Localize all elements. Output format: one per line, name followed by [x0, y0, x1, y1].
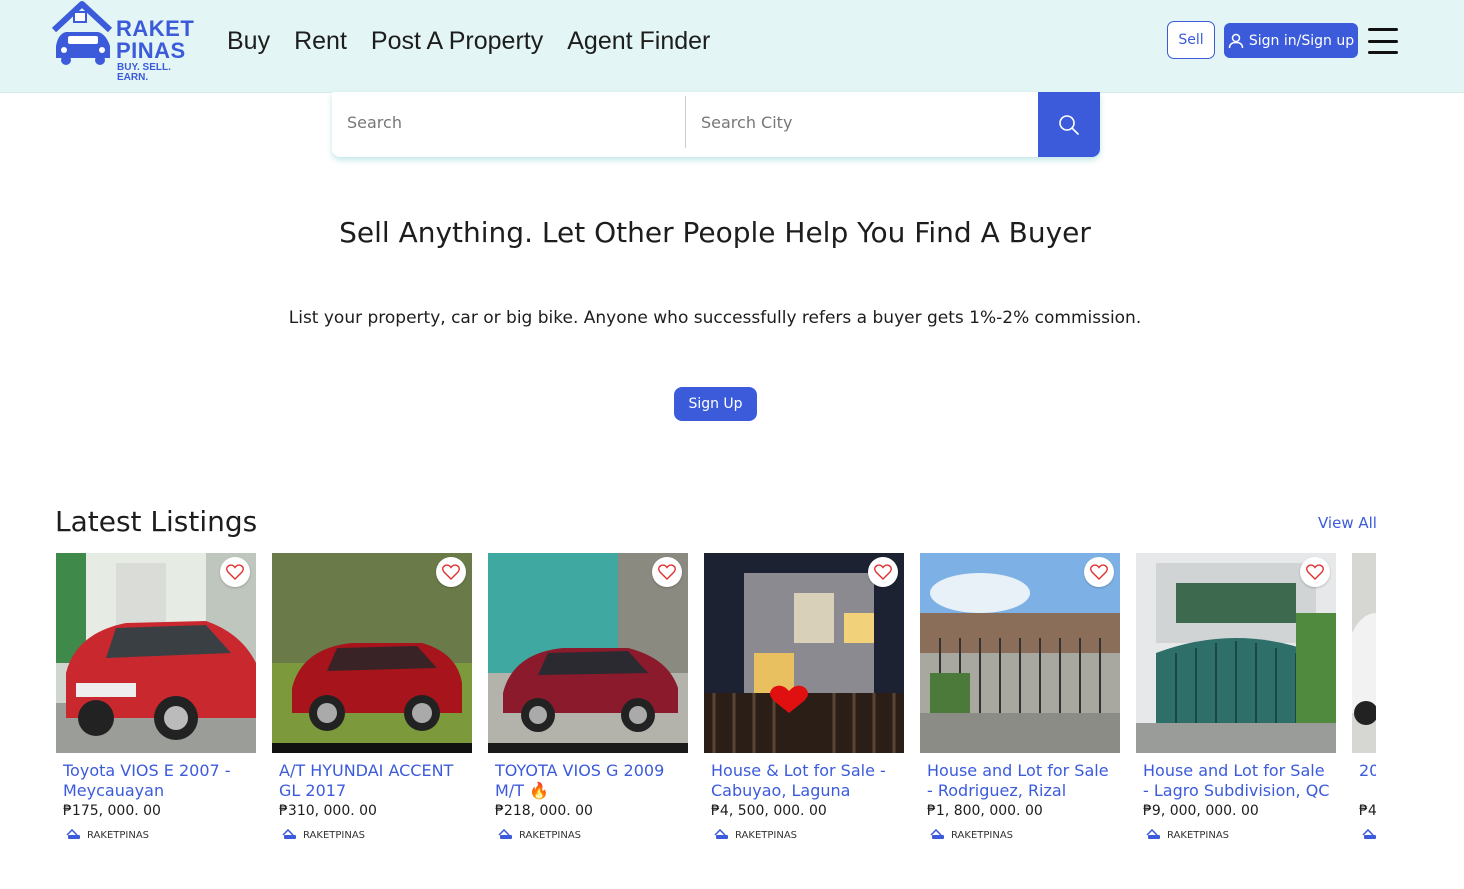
nav-rent[interactable]: Rent	[294, 24, 347, 58]
listing-price: ₱175, 000. 00	[63, 803, 161, 819]
seller-name: RAKETPINAS	[1167, 829, 1230, 841]
seller-name: RAKETPINAS	[303, 829, 366, 841]
favorite-heart-icon[interactable]	[868, 557, 898, 587]
listing-price: ₱4, 500, 000. 00	[711, 803, 827, 819]
hero-subtitle: List your property, car or big bike. Any…	[288, 308, 1142, 328]
nav-buy[interactable]: Buy	[227, 24, 270, 58]
hamburger-menu-icon[interactable]	[1368, 28, 1398, 54]
raketpinas-mini-logo-icon	[1362, 829, 1376, 839]
raketpinas-mini-logo-icon	[66, 829, 80, 839]
listing-seller: RAKETPINAS	[282, 829, 365, 841]
listing-seller: RA	[1362, 829, 1376, 841]
favorite-heart-icon[interactable]	[652, 557, 682, 587]
listing-image[interactable]	[272, 553, 472, 753]
favorite-heart-icon[interactable]	[1084, 557, 1114, 587]
listing-seller: RAKETPINAS	[1146, 829, 1229, 841]
listing-card[interactable]: Toyota VIOS E 2007 - Meycauayan ₱175, 00…	[56, 553, 256, 853]
listing-image[interactable]	[1352, 553, 1376, 753]
seller-name: RAKETPINAS	[951, 829, 1014, 841]
seller-name: RAKETPINAS	[87, 829, 150, 841]
raketpinas-mini-logo-icon	[498, 829, 512, 839]
listing-image[interactable]	[1136, 553, 1336, 753]
listing-card[interactable]: A/T HYUNDAI ACCENT GL 2017 ₱310, 000. 00…	[272, 553, 472, 853]
nav-agent-finder[interactable]: Agent Finder	[567, 24, 710, 58]
sell-button[interactable]: Sell	[1167, 21, 1215, 59]
nav-post-property[interactable]: Post A Property	[371, 24, 543, 58]
raketpinas-logo[interactable]: RAKET PINAS BUY. SELL. EARN.	[52, 0, 202, 83]
signin-button[interactable]: Sign in/Sign up	[1224, 23, 1358, 58]
listing-price: ₱9, 000, 000. 00	[1143, 803, 1259, 819]
search-button[interactable]	[1038, 92, 1100, 157]
listing-title[interactable]: House and Lot for Sale - Rodriguez, Riza…	[927, 761, 1117, 801]
search-icon	[1059, 114, 1079, 135]
listing-card[interactable]: House & Lot for Sale - Cabuyao, Laguna ₱…	[704, 553, 904, 853]
favorite-heart-icon[interactable]	[220, 557, 250, 587]
listing-image[interactable]	[56, 553, 256, 753]
listing-image[interactable]	[920, 553, 1120, 753]
raketpinas-mini-logo-icon	[1146, 829, 1160, 839]
search-bar	[332, 92, 1100, 157]
listing-title[interactable]: A/T HYUNDAI ACCENT GL 2017	[279, 761, 469, 801]
listing-card[interactable]: TOYOTA VIOS G 2009 M/T 🔥 ₱218, 000. 00 R…	[488, 553, 688, 853]
listing-title[interactable]: House and Lot for Sale - Lagro Subdivisi…	[1143, 761, 1333, 801]
house-car-logo-icon	[52, 1, 113, 65]
listing-card[interactable]: 20 QC ₱4 RA	[1352, 553, 1376, 853]
signup-button[interactable]: Sign Up	[674, 387, 757, 421]
raketpinas-mini-logo-icon	[282, 829, 296, 839]
raketpinas-mini-logo-icon	[930, 829, 944, 839]
seller-name: RAKETPINAS	[735, 829, 798, 841]
listing-seller: RAKETPINAS	[714, 829, 797, 841]
seller-name: RAKETPINAS	[519, 829, 582, 841]
favorite-heart-icon[interactable]	[1300, 557, 1330, 587]
search-input[interactable]	[332, 92, 684, 152]
listing-seller: RAKETPINAS	[930, 829, 1013, 841]
listing-title[interactable]: 20 QC	[1359, 761, 1376, 781]
listing-card[interactable]: House and Lot for Sale - Lagro Subdivisi…	[1136, 553, 1336, 853]
site-header: RAKET PINAS BUY. SELL. EARN. Buy Rent Po…	[0, 0, 1464, 93]
logo-line1: RAKET	[116, 16, 195, 41]
listing-price: ₱218, 000. 00	[495, 803, 593, 819]
listing-price: ₱4	[1359, 803, 1376, 819]
listings-carousel: Toyota VIOS E 2007 - Meycauayan ₱175, 00…	[56, 553, 1376, 863]
listing-price: ₱1, 800, 000. 00	[927, 803, 1043, 819]
listing-card[interactable]: House and Lot for Sale - Rodriguez, Riza…	[920, 553, 1120, 853]
favorite-heart-icon[interactable]	[436, 557, 466, 587]
user-icon	[1228, 33, 1244, 48]
listing-title[interactable]: TOYOTA VIOS G 2009 M/T 🔥	[495, 761, 685, 801]
listing-seller: RAKETPINAS	[498, 829, 581, 841]
listing-seller: RAKETPINAS	[66, 829, 149, 841]
listing-title[interactable]: House & Lot for Sale - Cabuyao, Laguna	[711, 761, 901, 801]
listing-price: ₱310, 000. 00	[279, 803, 377, 819]
search-city-input[interactable]	[686, 92, 1038, 152]
latest-listings-title: Latest Listings	[55, 505, 258, 538]
hero-title: Sell Anything. Let Other People Help You…	[339, 216, 1091, 249]
signin-label: Sign in/Sign up	[1248, 32, 1355, 49]
logo-line2: PINAS	[116, 38, 186, 63]
listing-title[interactable]: Toyota VIOS E 2007 - Meycauayan	[63, 761, 253, 801]
raketpinas-mini-logo-icon	[714, 829, 728, 839]
logo-tagline: BUY. SELL. EARN.	[117, 62, 171, 83]
listing-image[interactable]	[488, 553, 688, 753]
main-nav: Buy Rent Post A Property Agent Finder	[227, 24, 710, 58]
view-all-link[interactable]: View All	[1318, 514, 1377, 532]
listing-image[interactable]	[704, 553, 904, 753]
